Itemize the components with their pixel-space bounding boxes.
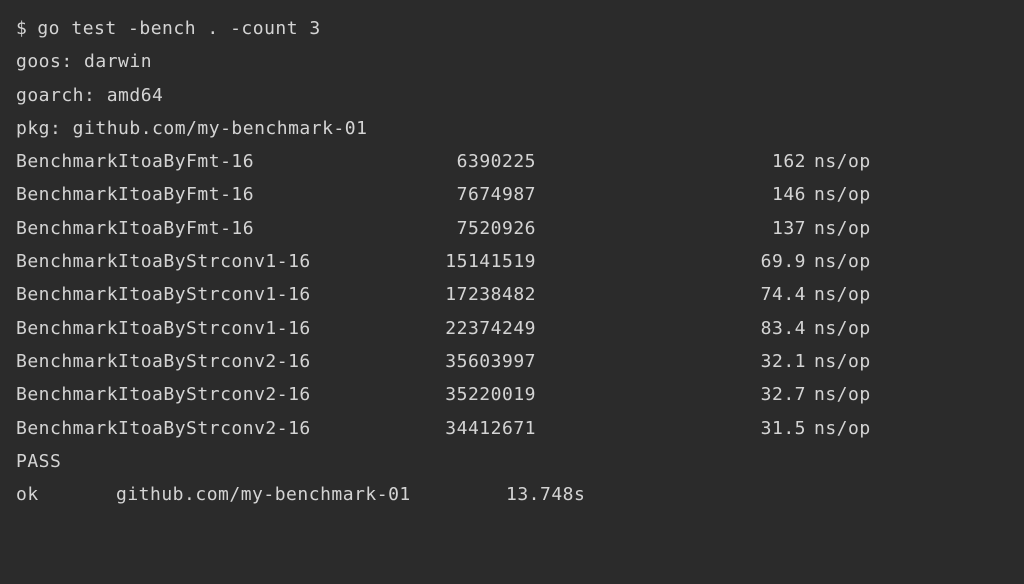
pkg-line: pkg: github.com/my-benchmark-01 (16, 112, 1008, 145)
benchmark-iterations: 7520926 (376, 212, 536, 245)
prompt-symbol: $ (16, 12, 27, 45)
benchmark-nsop: 83.4 (536, 312, 806, 345)
benchmark-nsop: 69.9 (536, 245, 806, 278)
benchmark-name: BenchmarkItoaByStrconv1-16 (16, 312, 376, 345)
benchmark-row: BenchmarkItoaByStrconv2-163522001932.7ns… (16, 378, 1008, 411)
benchmark-results: BenchmarkItoaByFmt-166390225162ns/opBenc… (16, 145, 1008, 445)
benchmark-nsop: 31.5 (536, 412, 806, 445)
benchmark-iterations: 17238482 (376, 278, 536, 311)
benchmark-name: BenchmarkItoaByFmt-16 (16, 212, 376, 245)
benchmark-nsop: 137 (536, 212, 806, 245)
benchmark-name: BenchmarkItoaByStrconv1-16 (16, 278, 376, 311)
footer-elapsed: 13.748s (506, 478, 585, 511)
benchmark-name: BenchmarkItoaByStrconv2-16 (16, 345, 376, 378)
goos-line: goos: darwin (16, 45, 1008, 78)
footer-ok: ok (16, 478, 116, 511)
benchmark-unit: ns/op (814, 245, 871, 278)
benchmark-row: BenchmarkItoaByFmt-167520926137ns/op (16, 212, 1008, 245)
benchmark-name: BenchmarkItoaByStrconv2-16 (16, 412, 376, 445)
benchmark-nsop: 74.4 (536, 278, 806, 311)
benchmark-iterations: 34412671 (376, 412, 536, 445)
benchmark-name: BenchmarkItoaByStrconv1-16 (16, 245, 376, 278)
footer-pkg: github.com/my-benchmark-01 (116, 478, 506, 511)
goarch-line: goarch: amd64 (16, 79, 1008, 112)
benchmark-unit: ns/op (814, 412, 871, 445)
benchmark-row: BenchmarkItoaByFmt-167674987146ns/op (16, 178, 1008, 211)
benchmark-nsop: 32.7 (536, 378, 806, 411)
benchmark-nsop: 32.1 (536, 345, 806, 378)
benchmark-row: BenchmarkItoaByStrconv1-162237424983.4ns… (16, 312, 1008, 345)
benchmark-unit: ns/op (814, 278, 871, 311)
command-text: go test -bench . -count 3 (37, 12, 320, 45)
benchmark-iterations: 35220019 (376, 378, 536, 411)
benchmark-row: BenchmarkItoaByStrconv1-161723848274.4ns… (16, 278, 1008, 311)
benchmark-row: BenchmarkItoaByStrconv2-163441267131.5ns… (16, 412, 1008, 445)
benchmark-unit: ns/op (814, 312, 871, 345)
benchmark-nsop: 162 (536, 145, 806, 178)
benchmark-nsop: 146 (536, 178, 806, 211)
benchmark-unit: ns/op (814, 145, 871, 178)
benchmark-name: BenchmarkItoaByStrconv2-16 (16, 378, 376, 411)
benchmark-unit: ns/op (814, 345, 871, 378)
benchmark-iterations: 7674987 (376, 178, 536, 211)
command-line: $ go test -bench . -count 3 (16, 12, 1008, 45)
footer-line: ok github.com/my-benchmark-01 13.748s (16, 478, 1008, 511)
benchmark-unit: ns/op (814, 378, 871, 411)
benchmark-row: BenchmarkItoaByStrconv2-163560399732.1ns… (16, 345, 1008, 378)
benchmark-name: BenchmarkItoaByFmt-16 (16, 145, 376, 178)
benchmark-unit: ns/op (814, 178, 871, 211)
pass-line: PASS (16, 445, 1008, 478)
benchmark-name: BenchmarkItoaByFmt-16 (16, 178, 376, 211)
benchmark-row: BenchmarkItoaByStrconv1-161514151969.9ns… (16, 245, 1008, 278)
benchmark-iterations: 6390225 (376, 145, 536, 178)
benchmark-iterations: 15141519 (376, 245, 536, 278)
benchmark-iterations: 22374249 (376, 312, 536, 345)
benchmark-unit: ns/op (814, 212, 871, 245)
benchmark-row: BenchmarkItoaByFmt-166390225162ns/op (16, 145, 1008, 178)
benchmark-iterations: 35603997 (376, 345, 536, 378)
